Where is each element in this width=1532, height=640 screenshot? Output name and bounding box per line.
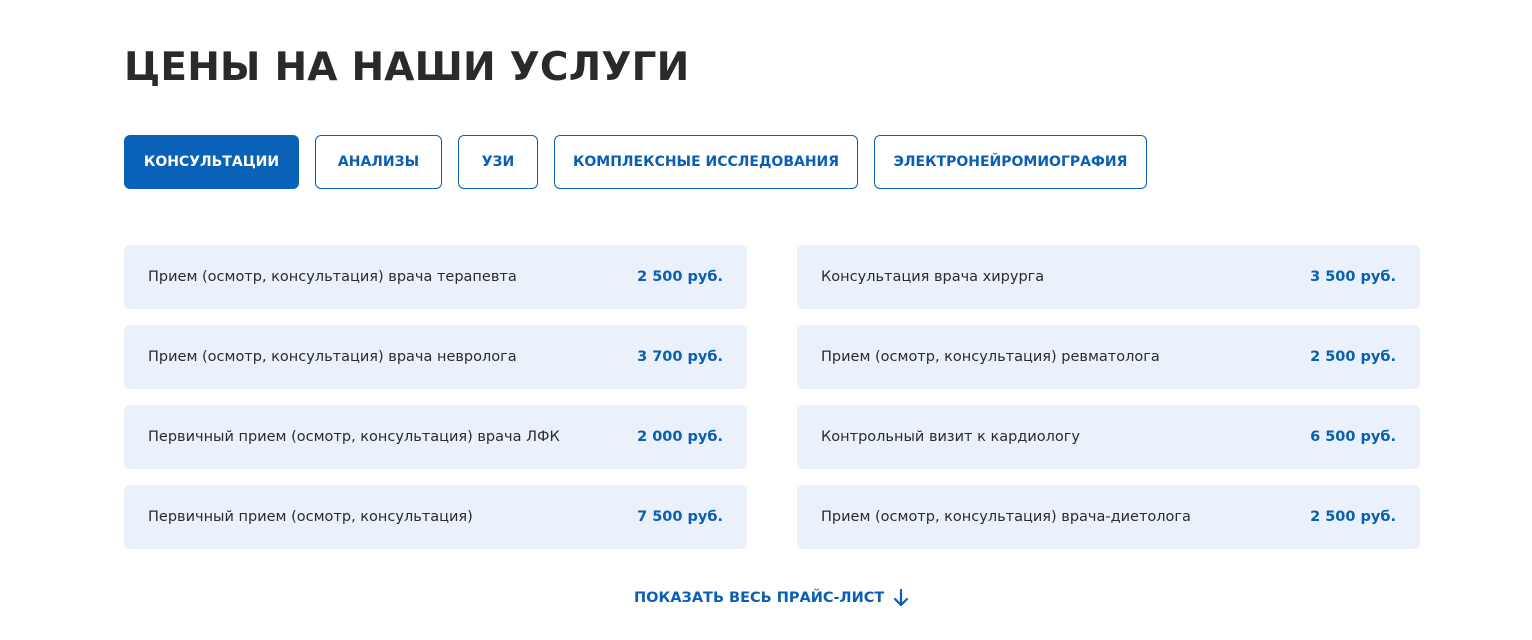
tab-consultations[interactable]: КОНСУЛЬТАЦИИ xyxy=(124,135,299,189)
service-price: 3 700 руб. xyxy=(637,349,723,365)
service-price: 2 500 руб. xyxy=(1310,349,1396,365)
page-title: ЦЕНЫ НА НАШИ УСЛУГИ xyxy=(124,45,690,90)
arrow-down-icon xyxy=(892,588,910,608)
service-name: Контрольный визит к кардиологу xyxy=(821,429,1080,445)
service-price: 6 500 руб. xyxy=(1310,429,1396,445)
show-full-price-list-link[interactable]: ПОКАЗАТЬ ВЕСЬ ПРАЙС-ЛИСТ xyxy=(634,586,910,610)
category-tabs: КОНСУЛЬТАЦИИ АНАЛИЗЫ УЗИ КОМПЛЕКСНЫЕ ИСС… xyxy=(124,135,1147,189)
service-price: 2 500 руб. xyxy=(637,269,723,285)
tab-electroneuromyography[interactable]: ЭЛЕКТРОНЕЙРОМИОГРАФИЯ xyxy=(874,135,1147,189)
price-list: Прием (осмотр, консультация) врача терап… xyxy=(124,245,1420,549)
price-row: Консультация врача хирурга 3 500 руб. xyxy=(797,245,1420,309)
service-name: Первичный прием (осмотр, консультация) в… xyxy=(148,429,560,445)
service-name: Прием (осмотр, консультация) ревматолога xyxy=(821,349,1160,365)
price-row: Прием (осмотр, консультация) ревматолога… xyxy=(797,325,1420,389)
price-row: Прием (осмотр, консультация) врача-дието… xyxy=(797,485,1420,549)
price-row: Контрольный визит к кардиологу 6 500 руб… xyxy=(797,405,1420,469)
tab-analyses[interactable]: АНАЛИЗЫ xyxy=(315,135,442,189)
price-row: Первичный прием (осмотр, консультация) в… xyxy=(124,405,747,469)
service-price: 3 500 руб. xyxy=(1310,269,1396,285)
service-name: Прием (осмотр, консультация) врача невро… xyxy=(148,349,517,365)
tab-ultrasound[interactable]: УЗИ xyxy=(458,135,538,189)
price-row: Прием (осмотр, консультация) врача невро… xyxy=(124,325,747,389)
service-name: Консультация врача хирурга xyxy=(821,269,1045,285)
service-name: Прием (осмотр, консультация) врача-дието… xyxy=(821,509,1191,525)
price-row: Прием (осмотр, консультация) врача терап… xyxy=(124,245,747,309)
service-name: Первичный прием (осмотр, консультация) xyxy=(148,509,473,525)
service-price: 7 500 руб. xyxy=(637,509,723,525)
service-price: 2 500 руб. xyxy=(1310,509,1396,525)
service-price: 2 000 руб. xyxy=(637,429,723,445)
show-full-price-list-label: ПОКАЗАТЬ ВЕСЬ ПРАЙС-ЛИСТ xyxy=(634,590,885,606)
price-row: Первичный прием (осмотр, консультация) 7… xyxy=(124,485,747,549)
tab-complex-studies[interactable]: КОМПЛЕКСНЫЕ ИССЛЕДОВАНИЯ xyxy=(554,135,858,189)
price-section: ЦЕНЫ НА НАШИ УСЛУГИ КОНСУЛЬТАЦИИ АНАЛИЗЫ… xyxy=(0,0,1532,640)
service-name: Прием (осмотр, консультация) врача терап… xyxy=(148,269,517,285)
